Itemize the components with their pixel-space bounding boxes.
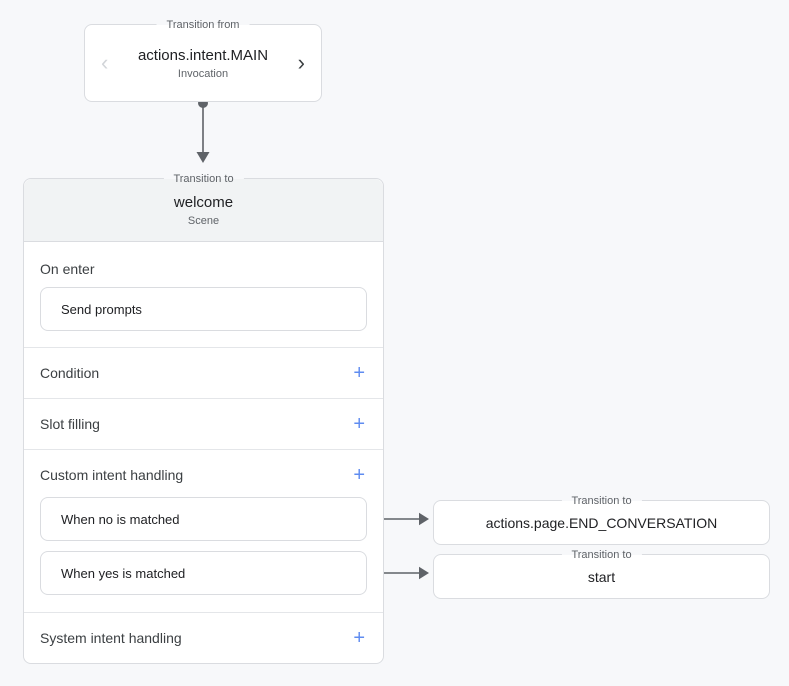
invocation-title-block: actions.intent.MAIN Invocation bbox=[138, 47, 268, 80]
invocation-title: actions.intent.MAIN bbox=[138, 47, 268, 64]
plus-icon: + bbox=[353, 464, 365, 486]
add-slot-button[interactable]: + bbox=[351, 414, 367, 434]
custom-intent-header: Custom intent handling + bbox=[40, 465, 367, 485]
scene-subtitle: Scene bbox=[188, 215, 219, 227]
system-intent-section: System intent handling + bbox=[24, 612, 383, 663]
invocation-card: Transition from ‹ actions.intent.MAIN In… bbox=[84, 24, 322, 102]
target-legend: Transition to bbox=[561, 547, 641, 563]
custom-intent-label: Custom intent handling bbox=[40, 467, 183, 483]
chevron-right-icon: › bbox=[298, 50, 305, 75]
flow-canvas: Transition from ‹ actions.intent.MAIN In… bbox=[0, 0, 789, 686]
invocation-to-scene-connector bbox=[197, 98, 210, 163]
arrowhead-down-icon bbox=[197, 152, 210, 163]
add-condition-button[interactable]: + bbox=[351, 363, 367, 383]
transition-target-end-conversation[interactable]: Transition to actions.page.END_CONVERSAT… bbox=[433, 500, 770, 545]
intent-handler-no[interactable]: When no is matched bbox=[40, 497, 367, 541]
target-title: actions.page.END_CONVERSATION bbox=[486, 515, 718, 531]
condition-section: Condition + bbox=[24, 347, 383, 398]
slot-filling-label: Slot filling bbox=[40, 416, 100, 432]
plus-icon: + bbox=[353, 627, 365, 649]
plus-icon: + bbox=[353, 362, 365, 384]
on-enter-section: On enter Send prompts bbox=[24, 242, 383, 347]
target-legend: Transition to bbox=[561, 493, 641, 509]
connector-line bbox=[202, 103, 204, 152]
chevron-left-icon: ‹ bbox=[101, 50, 108, 75]
condition-label: Condition bbox=[40, 365, 99, 381]
scene-title: welcome bbox=[174, 194, 233, 211]
slot-filling-section: Slot filling + bbox=[24, 398, 383, 449]
scene-header[interactable]: welcome Scene bbox=[24, 179, 383, 242]
prev-intent-button[interactable]: ‹ bbox=[95, 50, 114, 76]
next-intent-button[interactable]: › bbox=[292, 50, 311, 76]
transition-target-start[interactable]: Transition to start bbox=[433, 554, 770, 599]
scene-card: Transition to welcome Scene On enter Sen… bbox=[23, 178, 384, 664]
add-system-intent-button[interactable]: + bbox=[351, 628, 367, 648]
add-custom-intent-button[interactable]: + bbox=[351, 465, 367, 485]
on-enter-label: On enter bbox=[40, 261, 367, 277]
arrowhead-right-icon bbox=[419, 567, 429, 579]
custom-intent-section: Custom intent handling + When no is matc… bbox=[24, 449, 383, 612]
intent-handler-yes[interactable]: When yes is matched bbox=[40, 551, 367, 595]
target-title: start bbox=[588, 569, 615, 585]
invocation-card-legend: Transition from bbox=[157, 17, 250, 33]
send-prompts-button[interactable]: Send prompts bbox=[40, 287, 367, 331]
scene-card-legend: Transition to bbox=[163, 171, 243, 187]
invocation-subtitle: Invocation bbox=[138, 68, 268, 80]
system-intent-label: System intent handling bbox=[40, 630, 182, 646]
plus-icon: + bbox=[353, 413, 365, 435]
arrowhead-right-icon bbox=[419, 513, 429, 525]
